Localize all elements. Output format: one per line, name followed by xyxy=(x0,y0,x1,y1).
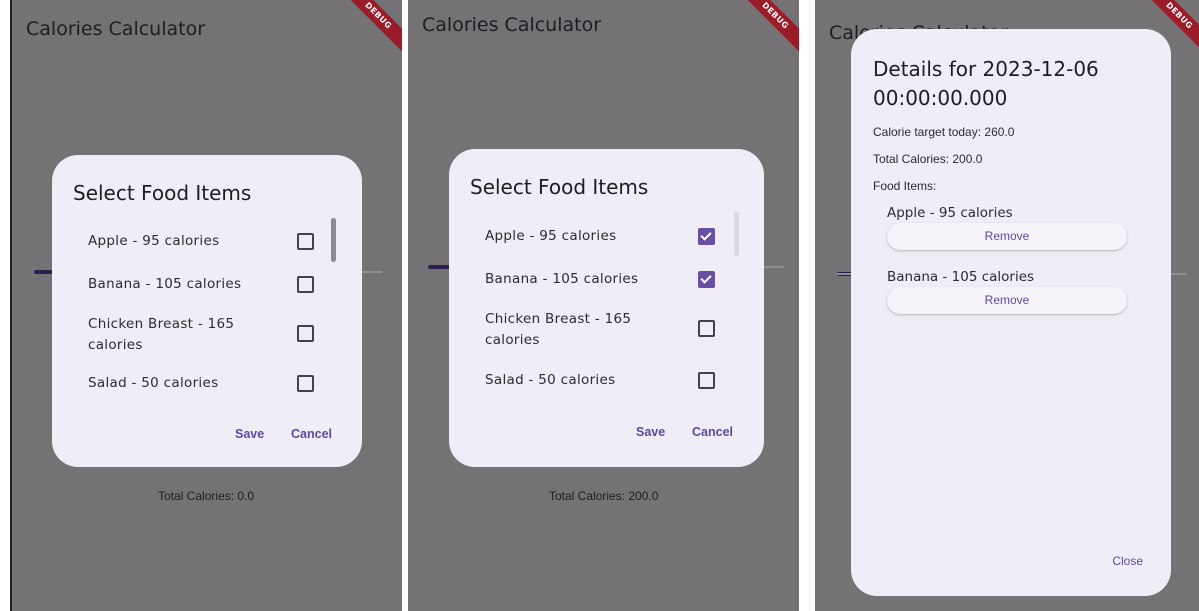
food-item-label: Apple - 95 calories xyxy=(88,233,220,249)
food-item-label: Salad - 50 calories xyxy=(88,375,219,391)
food-item-checkbox[interactable] xyxy=(297,375,314,392)
select-food-dialog: Select Food Items Apple - 95 calories Ba… xyxy=(449,149,764,467)
total-calories-text: Total Calories: 0.0 xyxy=(158,489,255,503)
food-item-checkbox[interactable] xyxy=(698,271,715,288)
dialog-title: Select Food Items xyxy=(470,175,649,199)
select-food-dialog: Select Food Items Apple - 95 calories Ba… xyxy=(52,155,362,467)
cancel-button[interactable]: Cancel xyxy=(692,425,733,439)
food-item-label: Banana - 105 calories xyxy=(485,271,639,287)
food-item-label: Banana - 105 calories xyxy=(88,276,242,292)
food-item-checkbox[interactable] xyxy=(297,325,314,342)
food-item-checkbox[interactable] xyxy=(698,320,715,337)
screen-details: Calories Calculator DEBUG Details for 20… xyxy=(815,0,1199,611)
calorie-target-text: Calorie target today: 260.0 xyxy=(873,125,1015,139)
food-item-checkbox[interactable] xyxy=(297,233,314,250)
dialog-title: Select Food Items xyxy=(73,181,252,205)
scrollbar-thumb[interactable] xyxy=(734,212,739,256)
app-title: Calories Calculator xyxy=(26,18,206,40)
close-button[interactable]: Close xyxy=(1112,554,1143,568)
details-dialog: Details for 2023-12-06 00:00:00.000 Calo… xyxy=(851,29,1171,596)
scrollbar-thumb[interactable] xyxy=(331,218,336,262)
debug-banner: DEBUG xyxy=(735,0,799,56)
screen-select-empty: Calories Calculator DEBUG Select Food It… xyxy=(10,0,402,611)
food-item-checkbox[interactable] xyxy=(698,372,715,389)
food-item-label: Salad - 50 calories xyxy=(485,372,616,388)
debug-banner: DEBUG xyxy=(338,0,402,56)
food-item-checkbox[interactable] xyxy=(698,228,715,245)
total-calories-text: Total Calories: 200.0 xyxy=(873,152,983,166)
detail-food-item: Apple - 95 calories xyxy=(887,205,1013,221)
save-button[interactable]: Save xyxy=(235,427,264,441)
screen-select-checked: Calories Calculator DEBUG Select Food It… xyxy=(408,0,799,611)
food-item-label: Apple - 95 calories xyxy=(485,228,617,244)
remove-button[interactable]: Remove xyxy=(887,223,1127,250)
cancel-button[interactable]: Cancel xyxy=(291,427,332,441)
remove-button[interactable]: Remove xyxy=(887,287,1127,314)
food-item-checkbox[interactable] xyxy=(297,276,314,293)
food-item-label: Chicken Breast - 165 calories xyxy=(485,311,632,348)
food-items-heading: Food Items: xyxy=(873,179,937,193)
detail-food-item: Banana - 105 calories xyxy=(887,269,1035,285)
app-title: Calories Calculator xyxy=(422,14,602,36)
food-item-label: Chicken Breast - 165 calories xyxy=(88,316,235,353)
save-button[interactable]: Save xyxy=(636,425,665,439)
details-title: Details for 2023-12-06 00:00:00.000 xyxy=(873,57,1099,110)
total-calories-text: Total Calories: 200.0 xyxy=(549,489,659,503)
